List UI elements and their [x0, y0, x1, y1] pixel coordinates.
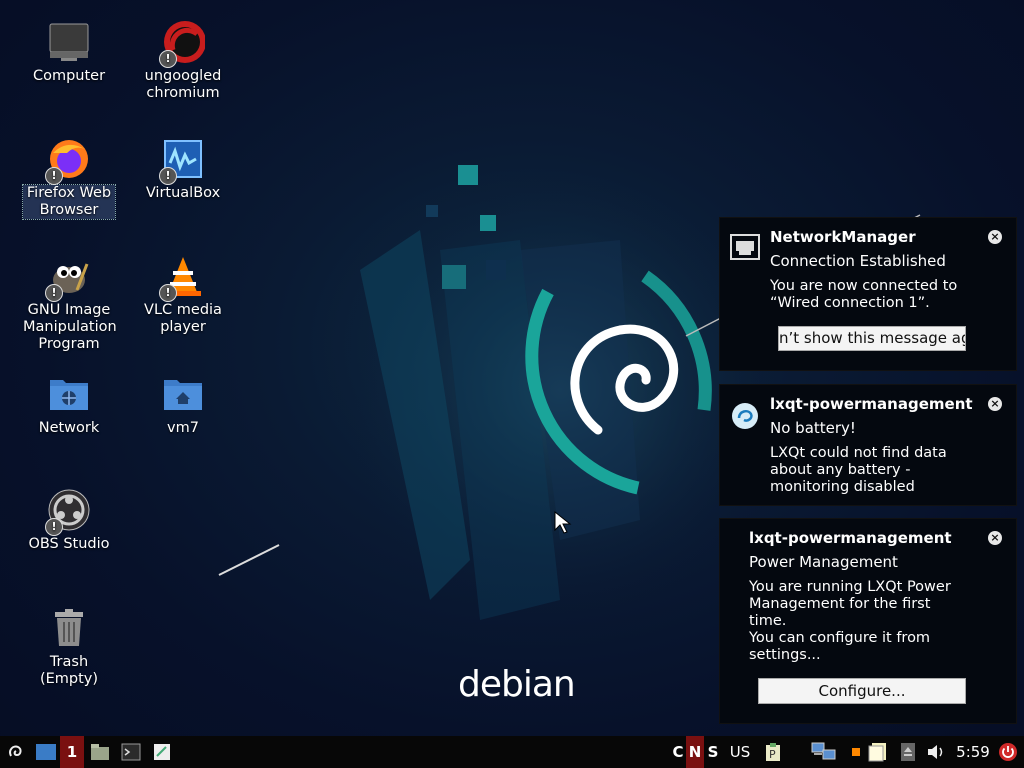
desktop-icon-virtualbox[interactable]: ! VirtualBox — [137, 137, 229, 202]
warning-badge-icon: ! — [159, 50, 177, 68]
clipboard-icon[interactable]: P — [761, 736, 785, 768]
warning-badge-icon: ! — [159, 284, 177, 302]
desktop-icon-obs-studio[interactable]: ! OBS Studio — [23, 488, 115, 553]
notification-body: LXQt could not find data about any batte… — [770, 445, 947, 495]
file-manager-icon — [91, 744, 109, 760]
lxqt-logo-icon — [730, 401, 760, 435]
warning-badge-icon: ! — [45, 518, 63, 536]
warning-badge-icon: ! — [159, 167, 177, 185]
desktop-icon-ungoogled-chromium[interactable]: ! ungoogled chromium — [137, 20, 229, 102]
eject-icon[interactable] — [898, 736, 918, 768]
notification-power-management[interactable]: lxqt-powermanagement Power Management Yo… — [720, 519, 1016, 723]
network-folder-icon — [47, 372, 91, 416]
desktop-icon-label: Trash (Empty) — [39, 654, 99, 687]
desktop-icon — [36, 744, 56, 760]
notification-power-no-battery[interactable]: lxqt-powermanagement No battery! LXQt co… — [720, 385, 1016, 505]
text-editor-icon — [154, 744, 170, 760]
desktop-icon-label: ungoogled chromium — [144, 68, 222, 101]
desktop-icon-label: OBS Studio — [28, 536, 110, 552]
computer-icon — [47, 20, 91, 64]
notification-app-name: lxqt-powermanagement — [749, 529, 952, 547]
kbd-indicator-scroll[interactable]: S — [704, 736, 722, 768]
desktop-icon-label: VirtualBox — [145, 185, 221, 201]
notification-app-name: lxqt-powermanagement — [770, 395, 973, 413]
show-desktop-button[interactable] — [33, 736, 59, 768]
svg-text:P: P — [769, 748, 776, 761]
desktop-icon-label: Firefox Web Browser — [22, 184, 116, 220]
keyboard-layout[interactable]: US — [727, 736, 753, 768]
trash-icon — [47, 606, 91, 650]
desktop-icon-label: Network — [38, 420, 100, 436]
notification-summary: No battery! — [770, 419, 856, 437]
text-editor-launcher[interactable] — [150, 736, 174, 768]
home-folder-icon — [161, 372, 205, 416]
update-notifier-icon[interactable] — [850, 736, 862, 768]
desktop-icon-vm7[interactable]: vm7 — [137, 372, 229, 437]
desktop-icon-computer[interactable]: Computer — [23, 20, 115, 85]
kbd-indicator-num[interactable]: N — [686, 736, 704, 768]
dont-show-again-button[interactable]: n’t show this message ag — [778, 326, 966, 351]
debian-logo-text: debian — [458, 664, 576, 705]
notification-summary: Connection Established — [770, 252, 946, 270]
network-icon[interactable] — [810, 736, 838, 768]
desktop-icon-label: VLC media player — [144, 302, 222, 335]
clock[interactable]: 5:59 — [952, 736, 994, 768]
desktop-icon-network[interactable]: Network — [23, 372, 115, 437]
firefox-icon: ! — [45, 137, 91, 185]
notification-close-icon[interactable]: × — [988, 531, 1002, 545]
virtualbox-icon: ! — [159, 137, 205, 185]
desktop-icon-label: Computer — [32, 68, 106, 84]
desktop-icon-gimp[interactable]: ! GNU Image Manipulation Program — [23, 254, 117, 353]
desktop-icon-firefox[interactable]: ! Firefox Web Browser — [22, 137, 116, 220]
ethernet-icon — [730, 234, 760, 266]
file-manager-launcher[interactable] — [88, 736, 112, 768]
terminal-launcher[interactable] — [119, 736, 143, 768]
kbd-indicator-caps[interactable]: C — [670, 736, 686, 768]
start-menu-button[interactable] — [2, 736, 28, 768]
desktop-icon-label: GNU Image Manipulation Program — [23, 302, 117, 352]
notification-app-name: NetworkManager — [770, 228, 916, 246]
notification-summary: Power Management — [749, 553, 898, 571]
chromium-icon: ! — [159, 20, 206, 68]
terminal-icon — [121, 743, 141, 761]
notes-icon[interactable] — [866, 736, 890, 768]
power-icon — [999, 743, 1017, 761]
warning-badge-icon: ! — [45, 167, 63, 185]
desktop-icon-vlc[interactable]: ! VLC media player — [137, 254, 229, 336]
notification-close-icon[interactable]: × — [988, 230, 1002, 244]
power-button[interactable] — [996, 736, 1020, 768]
notification-body: You are running LXQt Power Management fo… — [749, 579, 951, 663]
notification-body: You are now connected to “Wired connecti… — [770, 278, 958, 311]
debian-swirl-icon — [9, 745, 22, 757]
gimp-icon: ! — [45, 254, 91, 302]
warning-badge-icon: ! — [45, 284, 63, 302]
desktop-icon-trash[interactable]: Trash (Empty) — [23, 606, 115, 688]
vlc-icon: ! — [159, 254, 205, 302]
volume-icon[interactable] — [924, 736, 948, 768]
desktop-switcher-1[interactable]: 1 — [60, 736, 84, 768]
notification-networkmanager[interactable]: NetworkManager Connection Established Yo… — [720, 218, 1016, 370]
obs-icon: ! — [45, 488, 91, 536]
notification-close-icon[interactable]: × — [988, 397, 1002, 411]
configure-button[interactable]: Configure... — [758, 678, 966, 704]
taskbar: 1 C N S US P 5:59 — [0, 736, 1024, 768]
desktop-icon-label: vm7 — [167, 420, 199, 436]
